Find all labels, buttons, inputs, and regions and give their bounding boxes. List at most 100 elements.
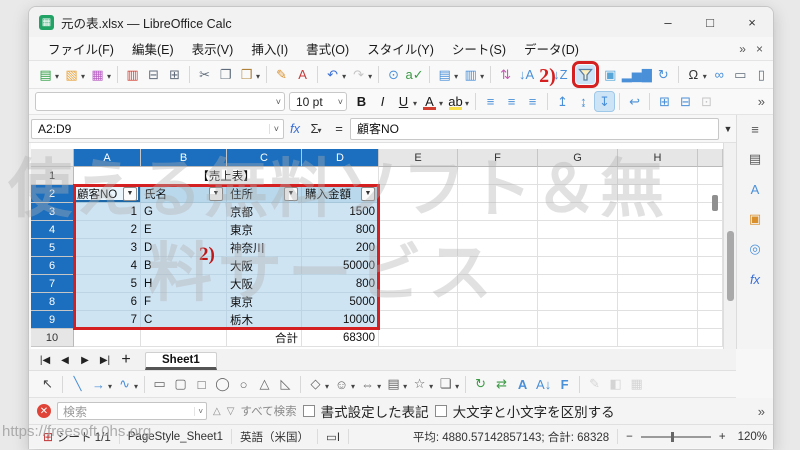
row-header-7[interactable]: 7 [31, 275, 74, 293]
cell-E7[interactable] [379, 275, 458, 293]
formatted-display-checkbox[interactable] [303, 405, 315, 417]
dropdown-arrow-icon[interactable]: ▾ [256, 72, 260, 81]
dropdown-arrow-icon[interactable]: ▾ [134, 382, 138, 391]
zoom-slider[interactable] [641, 436, 711, 438]
right-triangle-icon[interactable]: ◺ [276, 375, 295, 394]
cell-F4[interactable] [458, 221, 538, 239]
selection-mode-icon[interactable]: ▭I [318, 429, 349, 444]
cell-C10-total-label[interactable]: 合計 [227, 329, 302, 347]
cell-A7[interactable]: 5 [74, 275, 141, 293]
cell-H5[interactable] [618, 239, 698, 257]
triangle-icon[interactable]: △ [255, 375, 274, 394]
col-header-partial[interactable] [698, 149, 723, 167]
export-pdf-icon[interactable]: ▥ [123, 65, 142, 84]
properties-deck-icon[interactable]: ▤ [745, 149, 765, 169]
cell-F8[interactable] [458, 293, 538, 311]
previous-sheet-button[interactable]: ◀ [55, 350, 75, 370]
row-header-1[interactable]: 1 [31, 167, 74, 185]
cell-E8[interactable] [379, 293, 458, 311]
cell-E9[interactable] [379, 311, 458, 329]
dropdown-arrow-icon[interactable]: ▾ [351, 382, 355, 391]
cell-C6[interactable]: 大阪 [227, 257, 302, 275]
insert-pivot-table-icon[interactable]: ↻ [654, 65, 673, 84]
cell-G6[interactable] [538, 257, 618, 275]
navigator-deck-icon[interactable]: ◎ [745, 239, 765, 259]
flip-icon[interactable]: ⇄ [492, 375, 511, 394]
find-replace-icon[interactable]: ⊙ [384, 65, 403, 84]
cell-C2[interactable]: 住所▼ [227, 185, 302, 203]
font-color-icon[interactable]: A [420, 92, 439, 111]
dropdown-arrow-icon[interactable]: ▾ [703, 72, 707, 81]
text-box-icon[interactable]: A [513, 375, 532, 394]
cell-H9[interactable] [618, 311, 698, 329]
formula-input-line[interactable]: 顧客NO [350, 118, 719, 140]
insert-row-icon[interactable]: ▤ [435, 65, 454, 84]
font-size-combobox[interactable]: 10 pt˅ [289, 92, 347, 111]
cell-A5[interactable]: 3 [74, 239, 141, 257]
cell-B4[interactable]: E [141, 221, 227, 239]
last-sheet-button[interactable]: ▶| [95, 350, 115, 370]
cell-G9[interactable] [538, 311, 618, 329]
cell-X5[interactable] [698, 239, 723, 257]
clear-formatting-icon[interactable]: A [293, 65, 312, 84]
bold-button[interactable]: B [352, 92, 371, 111]
col-header-E[interactable]: E [379, 149, 458, 167]
dropdown-arrow-icon[interactable]: ▾ [403, 382, 407, 391]
scrollbar-splitter[interactable] [712, 195, 718, 211]
cell-G1[interactable] [538, 167, 618, 185]
cell-G10[interactable] [538, 329, 618, 347]
dropdown-arrow-icon[interactable]: ▾ [480, 72, 484, 81]
cell-A8[interactable]: 6 [74, 293, 141, 311]
spelling-icon[interactable]: a✓ [405, 65, 424, 84]
callouts-icon[interactable]: ❏ [436, 375, 455, 394]
row-header-5[interactable]: 5 [31, 239, 74, 257]
col-header-A[interactable]: A [74, 149, 141, 167]
flowchart-icon[interactable]: ▤ [384, 375, 403, 394]
insert-chart-icon[interactable]: ▂▅▇ [622, 65, 652, 84]
cell-X3[interactable] [698, 203, 723, 221]
cell-H8[interactable] [618, 293, 698, 311]
circle-icon[interactable]: ○ [234, 375, 253, 394]
save-icon[interactable]: ▦ [88, 65, 107, 84]
cell-H2[interactable] [618, 185, 698, 203]
highlight-color-icon[interactable]: ab [446, 92, 465, 111]
cell-G8[interactable] [538, 293, 618, 311]
symbol-shapes-icon[interactable]: ☺ [332, 375, 351, 394]
close-find-bar-icon[interactable]: ✕ [37, 404, 51, 418]
line-icon[interactable]: ╲ [68, 375, 87, 394]
cell-A4[interactable]: 2 [74, 221, 141, 239]
formula-equals-icon[interactable]: = [328, 121, 350, 136]
cell-G5[interactable] [538, 239, 618, 257]
col-header-H[interactable]: H [618, 149, 698, 167]
next-sheet-button[interactable]: ▶ [75, 350, 95, 370]
dropdown-arrow-icon[interactable]: ▾ [81, 72, 85, 81]
cell-F1[interactable] [458, 167, 538, 185]
clone-formatting-icon[interactable]: ✎ [272, 65, 291, 84]
row-header-6[interactable]: 6 [31, 257, 74, 275]
cell-C9[interactable]: 栃木 [227, 311, 302, 329]
merge-center-cells-icon[interactable]: ⊞ [655, 92, 674, 111]
col-header-F[interactable]: F [458, 149, 538, 167]
cell-H6[interactable] [618, 257, 698, 275]
cell-H1[interactable] [618, 167, 698, 185]
cell-X8[interactable] [698, 293, 723, 311]
minimize-button[interactable]: – [647, 7, 689, 37]
cell-G4[interactable] [538, 221, 618, 239]
match-case-checkbox[interactable] [435, 405, 447, 417]
sort-icon[interactable]: ⇅ [496, 65, 515, 84]
italic-button[interactable]: I [373, 92, 392, 111]
dropdown-arrow-icon[interactable]: ▾ [429, 382, 433, 391]
underline-button[interactable]: U [394, 92, 413, 111]
cell-C3[interactable]: 京都 [227, 203, 302, 221]
redo-icon[interactable]: ↷ [349, 65, 368, 84]
cell-B10[interactable] [141, 329, 227, 347]
dropdown-arrow-icon[interactable]: ▾ [107, 72, 111, 81]
insert-column-icon[interactable]: ▥ [461, 65, 480, 84]
cell-D3[interactable]: 1500 [302, 203, 379, 221]
cell-H7[interactable] [618, 275, 698, 293]
cell-C5[interactable]: 神奈川 [227, 239, 302, 257]
cell-X9[interactable] [698, 311, 723, 329]
cell-C8[interactable]: 東京 [227, 293, 302, 311]
rotate-icon[interactable]: ↻ [471, 375, 490, 394]
vertical-text-icon[interactable]: A↓ [534, 375, 553, 394]
